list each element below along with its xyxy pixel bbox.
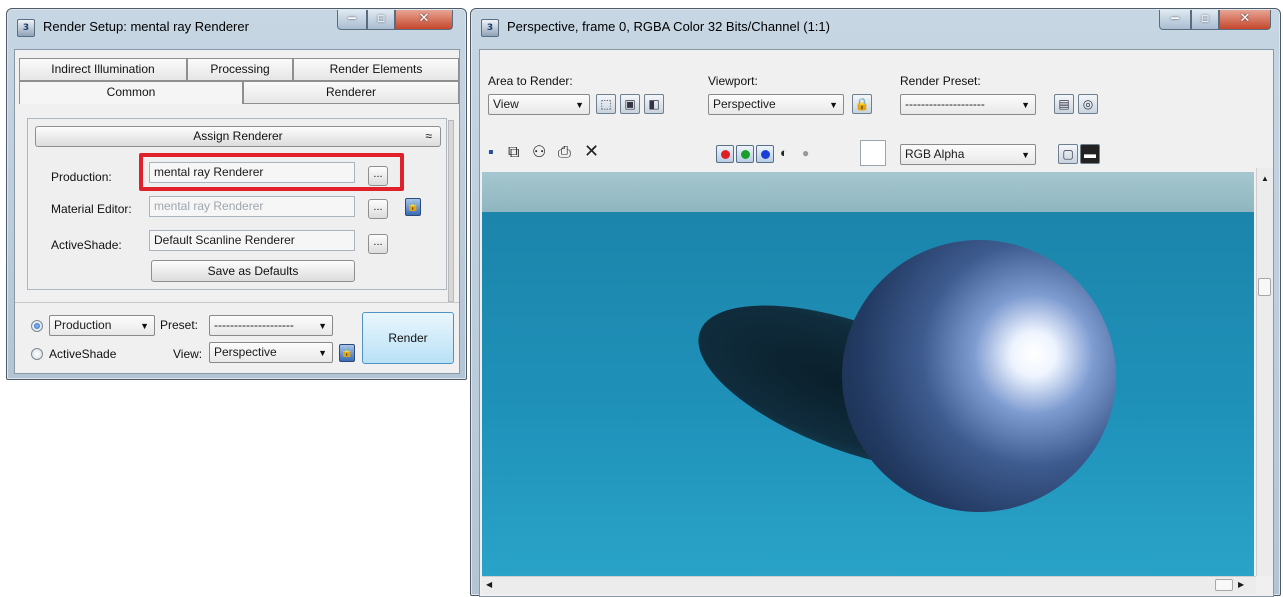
area-to-render-value: View: [493, 97, 519, 111]
material-editor-renderer-field: mental ray Renderer: [149, 196, 355, 217]
material-editor-browse-button[interactable]: ...: [368, 199, 388, 219]
background-horizon: [482, 172, 1254, 212]
assign-renderer-rollout-header[interactable]: Assign Renderer ≈: [35, 126, 441, 147]
clone-icon[interactable]: ⚇: [532, 144, 546, 162]
render-preset-value: --------------------: [905, 97, 985, 111]
render-setup-client: Indirect Illumination Processing Render …: [14, 49, 460, 374]
frame-window-title: Perspective, frame 0, RGBA Color 32 Bits…: [507, 19, 830, 34]
sphere: [842, 240, 1116, 512]
area-to-render-select[interactable]: View ▼: [488, 94, 590, 115]
window-title: Render Setup: mental ray Renderer: [43, 19, 249, 34]
frame-client: Area to Render: View ▼ ⬚ ▣ ◧ Viewport: Pe…: [479, 49, 1274, 597]
frame-titlebar[interactable]: 3 Perspective, frame 0, RGBA Color 32 Bi…: [471, 9, 1280, 43]
production-label: Production:: [51, 170, 112, 184]
chevron-down-icon: ▼: [318, 348, 327, 358]
lock-icon[interactable]: 🔒: [852, 94, 872, 114]
render-setup-window: 3 Render Setup: mental ray Renderer ‒ ▫ …: [6, 8, 467, 380]
minimize-button[interactable]: ‒: [1159, 10, 1191, 30]
viewport-select[interactable]: Perspective ▼: [708, 94, 844, 115]
app-logo-icon: 3: [17, 19, 35, 37]
activeshade-browse-button[interactable]: ...: [368, 234, 388, 254]
chevron-down-icon: ▼: [318, 321, 327, 331]
lock-icon[interactable]: 🔒: [339, 344, 355, 362]
scrollbar-thumb[interactable]: [1258, 278, 1271, 296]
maximize-button[interactable]: ▫: [1191, 10, 1219, 30]
render-button[interactable]: Render: [362, 312, 454, 364]
lock-icon[interactable]: 🔒: [405, 198, 421, 216]
vertical-scrollbar[interactable]: ▲: [1256, 168, 1273, 576]
preset-value: --------------------: [214, 318, 294, 332]
save-icon[interactable]: ▪: [488, 144, 494, 162]
bottom-divider: [15, 302, 459, 303]
activeshade-mode-radio[interactable]: [31, 348, 43, 360]
environment-icon[interactable]: ◎: [1078, 94, 1098, 114]
maximize-button[interactable]: ▫: [367, 10, 395, 30]
activeshade-mode-label: ActiveShade: [49, 347, 117, 361]
alpha-channel-icon[interactable]: ◐: [780, 144, 788, 162]
chevron-down-icon: ▼: [575, 100, 584, 110]
copy-icon[interactable]: ⧉: [508, 144, 519, 162]
chevron-down-icon: ▼: [140, 321, 149, 331]
render-setup-titlebar[interactable]: 3 Render Setup: mental ray Renderer ‒ ▫ …: [7, 9, 466, 43]
horizontal-scrollbar[interactable]: ◀ ▶: [482, 576, 1256, 594]
color-swatch[interactable]: [860, 140, 886, 166]
tab-renderer[interactable]: Renderer: [243, 81, 459, 104]
red-channel-toggle[interactable]: [716, 145, 734, 163]
rendered-frame-window: 3 Perspective, frame 0, RGBA Color 32 Bi…: [470, 8, 1281, 597]
scroll-up-arrow[interactable]: ▲: [1261, 174, 1269, 183]
production-highlight-box: [139, 153, 404, 191]
clear-icon[interactable]: ✕: [584, 142, 599, 160]
chevron-down-icon: ▼: [1021, 100, 1030, 110]
scroll-right-arrow[interactable]: ▶: [1238, 580, 1244, 589]
close-button[interactable]: ✕: [395, 10, 453, 30]
production-mode-radio[interactable]: [31, 320, 43, 332]
production-mode-select[interactable]: Production ▼: [49, 315, 155, 336]
close-button[interactable]: ✕: [1219, 10, 1271, 30]
area-to-render-label: Area to Render:: [488, 74, 573, 88]
tab-render-elements[interactable]: Render Elements: [293, 58, 459, 81]
render-preset-select[interactable]: -------------------- ▼: [900, 94, 1036, 115]
blue-channel-toggle[interactable]: [756, 145, 774, 163]
print-icon[interactable]: ⎙: [558, 144, 571, 162]
save-as-defaults-button[interactable]: Save as Defaults: [151, 260, 355, 282]
tab-indirect-illumination[interactable]: Indirect Illumination: [19, 58, 187, 81]
tab-processing[interactable]: Processing: [187, 58, 293, 81]
activeshade-label: ActiveShade:: [51, 238, 122, 252]
material-editor-label: Material Editor:: [51, 202, 132, 216]
view-label: View:: [173, 347, 203, 361]
viewport-label: Viewport:: [708, 74, 758, 88]
app-logo-icon: 3: [481, 19, 499, 37]
preset-select[interactable]: -------------------- ▼: [209, 315, 333, 336]
rollout-scrollbar[interactable]: [448, 120, 454, 302]
edit-region-icon[interactable]: ⬚: [596, 94, 616, 114]
viewport-value: Perspective: [713, 97, 776, 111]
chevron-down-icon: ▼: [829, 100, 838, 110]
view-select[interactable]: Perspective ▼: [209, 342, 333, 363]
toggle-ui-overlay-icon[interactable]: ▢: [1058, 144, 1078, 164]
activeshade-renderer-field: Default Scanline Renderer: [149, 230, 355, 251]
display-channel-value: RGB Alpha: [905, 147, 965, 161]
rendered-image: [482, 172, 1254, 576]
preset-label: Preset:: [160, 318, 199, 332]
chevron-down-icon: ▼: [1021, 150, 1030, 160]
minimize-button[interactable]: ‒: [337, 10, 367, 30]
view-value: Perspective: [214, 345, 277, 359]
display-channel-select[interactable]: RGB Alpha ▼: [900, 144, 1036, 165]
tab-common[interactable]: Common: [19, 81, 243, 104]
green-channel-toggle[interactable]: [736, 145, 754, 163]
toggle-ui-icon[interactable]: ▬: [1080, 144, 1100, 164]
render-setup-icon[interactable]: ▤: [1054, 94, 1074, 114]
rollout-collapse-icon: ≈: [425, 129, 432, 143]
render-preset-label: Render Preset:: [900, 74, 981, 88]
production-mode-value: Production: [54, 318, 112, 332]
auto-region-icon[interactable]: ▣: [620, 94, 640, 114]
scroll-left-arrow[interactable]: ◀: [486, 580, 492, 589]
scrollbar-thumb[interactable]: [1215, 579, 1233, 591]
monochrome-icon[interactable]: ●: [802, 144, 809, 162]
region-select-icon[interactable]: ◧: [644, 94, 664, 114]
rollout-title: Assign Renderer: [193, 129, 283, 143]
